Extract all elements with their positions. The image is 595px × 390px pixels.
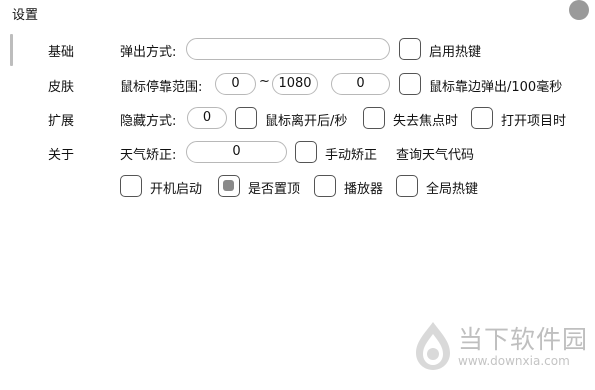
query-weather-code-link[interactable]: 查询天气代码 <box>396 144 474 163</box>
hide-mode-field[interactable]: 0 <box>187 107 227 129</box>
sidebar-item-skin[interactable]: 皮肤 <box>48 76 74 95</box>
player-label: 播放器 <box>344 182 384 197</box>
watermark-logo-icon <box>416 322 450 370</box>
close-button[interactable] <box>569 0 589 20</box>
mouse-leave-label: 鼠标离开后/秒 <box>265 114 348 129</box>
mouse-range-label: 鼠标停靠范围: <box>120 80 203 95</box>
manual-correct-label: 手动矫正 <box>325 148 378 163</box>
popup-mode-label: 弹出方式: <box>120 45 177 60</box>
mouse-edge-popup-label: 鼠标靠边弹出/100毫秒 <box>429 80 563 95</box>
pin-top-checkbox[interactable] <box>218 175 240 197</box>
lose-focus-checkbox[interactable] <box>363 107 385 129</box>
window-title: 设置 <box>12 8 39 23</box>
weather-correct-field[interactable]: 0 <box>186 141 287 163</box>
mouse-range-separator: ~ <box>259 74 270 89</box>
mouse-edge-delay-field[interactable]: 0 <box>331 73 390 95</box>
hide-mode-label: 隐藏方式: <box>120 114 177 129</box>
mouse-leave-checkbox[interactable] <box>235 107 257 129</box>
watermark-site-name: 当下软件园 <box>458 325 589 354</box>
global-hotkey-checkbox[interactable] <box>396 175 418 197</box>
watermark-site-url: www.downxia.com <box>458 354 570 368</box>
sidebar-item-about[interactable]: 关于 <box>48 144 74 163</box>
mouse-edge-popup-checkbox[interactable] <box>399 73 421 95</box>
popup-mode-field[interactable] <box>186 38 390 60</box>
lose-focus-label: 失去焦点时 <box>393 114 459 129</box>
open-item-checkbox[interactable] <box>471 107 493 129</box>
startup-label: 开机启动 <box>150 182 203 197</box>
enable-hotkey-label: 启用热键 <box>429 45 482 60</box>
mouse-range-to-field[interactable]: 1080 <box>272 73 318 95</box>
open-item-label: 打开项目时 <box>501 114 567 129</box>
weather-correct-label: 天气矫正: <box>120 148 177 163</box>
pin-top-label: 是否置顶 <box>248 182 301 197</box>
mouse-range-from-field[interactable]: 0 <box>215 73 256 95</box>
sidebar-active-indicator <box>10 34 13 66</box>
manual-correct-checkbox[interactable] <box>295 141 317 163</box>
global-hotkey-label: 全局热键 <box>426 182 479 197</box>
startup-checkbox[interactable] <box>120 175 142 197</box>
sidebar-item-basic[interactable]: 基础 <box>48 41 74 60</box>
enable-hotkey-checkbox[interactable] <box>399 38 421 60</box>
player-checkbox[interactable] <box>314 175 336 197</box>
sidebar-item-extension[interactable]: 扩展 <box>48 110 74 129</box>
